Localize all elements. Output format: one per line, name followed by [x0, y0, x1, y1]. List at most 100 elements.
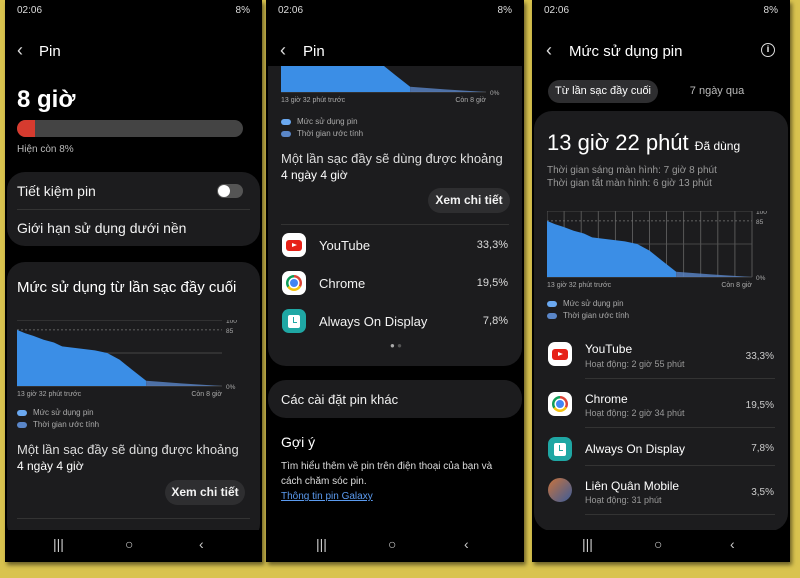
back-button[interactable]: ‹ [17, 40, 23, 61]
app-name[interactable]: Chrome [585, 392, 628, 406]
battery-level-bar [17, 120, 243, 137]
x-start-label: 13 giờ 32 phút trước [17, 391, 82, 398]
youtube-icon [282, 233, 306, 257]
recents-button[interactable]: ||| [316, 536, 327, 552]
phone-screen-battery-usage: 02:06 8% ‹ Mức sử dụng pin i Từ lần sạc … [532, 0, 790, 562]
view-details-button[interactable]: Xem chi tiết [428, 188, 510, 213]
app-name[interactable]: Always On Display [585, 442, 685, 456]
home-button[interactable]: ○ [125, 536, 133, 552]
youtube-icon [548, 342, 572, 366]
recents-button[interactable]: ||| [53, 536, 64, 552]
chart-plot: 100850%13 giờ 32 phút trướcCòn 8 giờ [17, 320, 237, 398]
home-button[interactable]: ○ [654, 536, 662, 552]
battery-usage-chart: 100850%13 giờ 32 phút trướcCòn 8 giờ [17, 320, 237, 398]
usage-card: Mức sử dụng từ lần sạc đầy cuối 100 85 0% 1… [7, 262, 260, 542]
usage-title: Mức sử dụng từ lần sạc đầy cuối [17, 279, 237, 296]
power-saving-label[interactable]: Tiết kiệm pin [17, 183, 96, 199]
status-time: 02:06 [544, 5, 570, 16]
x-start-label: 13 giờ 32 phút trước [281, 97, 346, 104]
battery-usage-chart: 100850%13 giờ 32 phút trướcCòn 8 giờ [281, 66, 500, 104]
estimate-area [410, 86, 486, 92]
suggestion-title: Gợi ý [281, 434, 316, 450]
legend-estimate-swatch [17, 422, 27, 428]
usage-area [281, 66, 411, 92]
lien-quan-mobile-icon [548, 478, 572, 502]
tab-last-7-days[interactable]: 7 ngày qua [677, 80, 757, 103]
suggestion-text: Tìm hiểu thêm về pin trên điện thoại của… [281, 461, 493, 472]
chart-plot: 100850%13 giờ 32 phút trướcCòn 8 giờ [281, 66, 500, 104]
view-details-button[interactable]: Xem chi tiết [165, 480, 245, 505]
power-saving-toggle[interactable] [217, 184, 243, 198]
page-title: Mức sử dụng pin [569, 43, 683, 60]
x-start-label: 13 giờ 32 phút trước [547, 282, 612, 289]
app-name[interactable]: YouTube [585, 342, 632, 356]
info-icon[interactable]: i [761, 43, 775, 57]
used-time: 13 giờ 22 phút Đã dùng [547, 130, 740, 156]
estimate-area [676, 271, 752, 277]
usage-card: 13 giờ 22 phút Đã dùng Thời gian sáng mà… [534, 111, 788, 531]
navigation-bar: ||| ○ ‹ [532, 530, 790, 562]
legend-usage: Mức sử dụng pin [33, 408, 94, 417]
full-charge-value: 4 ngày 4 giờ [17, 459, 84, 473]
back-button[interactable]: ‹ [280, 40, 286, 61]
back-button[interactable]: ‹ [546, 40, 552, 61]
chart-plot: 100850%13 giờ 32 phút trướcCòn 8 giờ [547, 211, 767, 289]
app-active-time: Hoạt động: 31 phút [585, 495, 662, 505]
phone-screen-battery-scrolled: 02:06 8% ‹ Pin 100850%13 giờ 32 phút trư… [266, 0, 524, 562]
remaining-time: 8 giờ [17, 86, 76, 113]
legend-usage: Mức sử dụng pin [297, 117, 358, 126]
home-button[interactable]: ○ [388, 536, 396, 552]
y-tick-label: 0% [490, 90, 500, 97]
navigation-bar: ||| ○ ‹ [266, 530, 524, 562]
status-battery: 8% [763, 5, 778, 16]
legend-estimate-swatch [547, 313, 557, 319]
page-title: Pin [39, 43, 61, 60]
nav-back-button[interactable]: ‹ [199, 536, 204, 552]
tab-since-last-charge[interactable]: Từ lần sạc đầy cuối [548, 80, 658, 103]
used-label: Đã dùng [694, 139, 741, 153]
battery-usage-chart: 100850%13 giờ 32 phút trướcCòn 8 giờ [547, 211, 767, 289]
other-settings-label: Các cài đặt pin khác [281, 392, 399, 407]
chrome-icon [282, 271, 306, 295]
nav-back-button[interactable]: ‹ [730, 536, 735, 552]
background-limit-item[interactable]: Giới hạn sử dụng dưới nền [17, 220, 186, 236]
usage-area [547, 220, 677, 277]
suggestion-text-2: cách chăm sóc pin. [281, 476, 367, 487]
recents-button[interactable]: ||| [582, 536, 593, 552]
legend-estimate-swatch [281, 131, 291, 137]
legend-usage-swatch [17, 410, 27, 416]
other-settings-item[interactable]: Các cài đặt pin khác [268, 380, 522, 418]
legend-estimate: Thời gian ước tính [33, 420, 100, 429]
app-name[interactable]: YouTube [319, 238, 370, 253]
phone-screen-battery: 02:06 8% ‹ Pin 8 giờ Hiện còn 8% Tiết ki… [5, 0, 262, 562]
app-name[interactable]: Chrome [319, 276, 365, 291]
chrome-icon [548, 392, 572, 416]
nav-back-button[interactable]: ‹ [464, 536, 469, 552]
battery-level-fill [17, 120, 36, 137]
status-battery: 8% [235, 5, 250, 16]
status-battery: 8% [497, 5, 512, 16]
app-name[interactable]: Liên Quân Mobile [585, 479, 679, 493]
app-percent: 3,5% [751, 487, 774, 498]
always-on-display-icon [548, 437, 572, 461]
status-time: 02:06 [278, 5, 304, 16]
legend-estimate: Thời gian ước tính [563, 311, 630, 320]
x-end-label: Còn 8 giờ [191, 391, 222, 398]
app-percent: 7,8% [482, 315, 508, 327]
navigation-bar: ||| ○ ‹ [5, 530, 262, 562]
full-charge-text: Một lần sạc đầy sẽ dùng được khoảng [17, 442, 239, 457]
app-active-time: Hoạt động: 2 giờ 55 phút [585, 359, 685, 369]
y-tick-label: 85 [756, 219, 764, 226]
app-percent: 33,3% [476, 239, 508, 251]
legend-usage-swatch [547, 301, 557, 307]
app-active-time: Hoạt động: 2 giờ 34 phút [585, 408, 685, 418]
full-charge-text: Một lần sạc đầy sẽ dùng được khoảng [281, 151, 503, 166]
y-tick-label: 0% [226, 384, 236, 391]
page-indicator[interactable]: ● ● [390, 341, 402, 350]
legend-usage-swatch [281, 119, 291, 125]
app-name[interactable]: Always On Display [319, 314, 427, 329]
galaxy-battery-link[interactable]: Thông tin pin Galaxy [281, 491, 373, 502]
estimate-area [146, 380, 222, 386]
settings-card: Tiết kiệm pin Giới hạn sử dụng dưới nền [7, 172, 260, 246]
y-tick-label: 85 [226, 328, 234, 335]
